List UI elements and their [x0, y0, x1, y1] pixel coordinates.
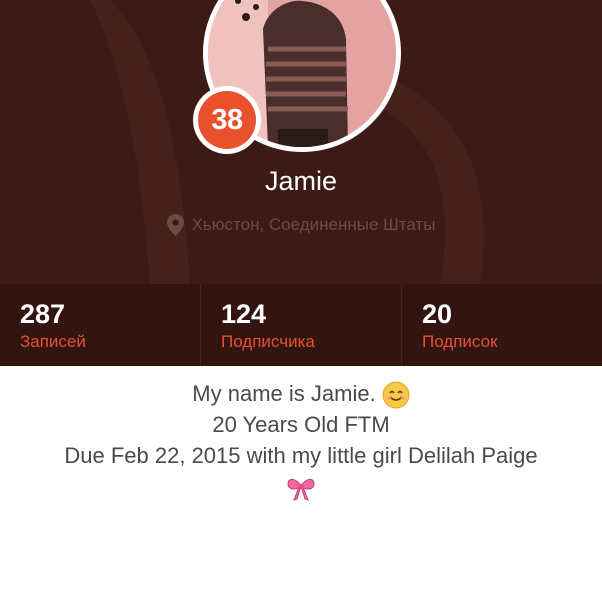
- stat-posts-value: 287: [20, 299, 66, 329]
- stat-followers-label: Подписчика: [221, 332, 315, 351]
- stat-followers[interactable]: 124 Подписчика: [201, 284, 402, 366]
- bio-line-3: Due Feb 22, 2015 with my little girl Del…: [64, 443, 538, 469]
- bio-line-1: My name is Jamie.: [0, 378, 602, 409]
- stat-following[interactable]: 20 Подписок: [402, 284, 602, 366]
- age-badge: 38: [193, 86, 261, 154]
- bio-line-2: 20 Years Old FTM: [212, 412, 390, 438]
- profile-bio: My name is Jamie. 20 Years Old FTM Due F…: [0, 378, 602, 502]
- pink-ribbon-bow-emoji-icon: [287, 479, 315, 502]
- stat-posts-label: Записей: [20, 332, 86, 351]
- bio-line-4: [0, 471, 602, 502]
- age-badge-value: 38: [198, 91, 256, 149]
- smiling-face-emoji-icon: [382, 381, 410, 409]
- stat-following-value: 20: [422, 299, 453, 329]
- location[interactable]: Хьюстон, Соединенные Штаты: [0, 212, 602, 238]
- location-pin-icon: [166, 214, 184, 236]
- bio-line-1-text: My name is Jamie.: [192, 381, 376, 406]
- stat-posts[interactable]: 287 Записей: [0, 284, 201, 366]
- stat-followers-value: 124: [221, 299, 267, 329]
- profile-name: Jamie: [264, 166, 338, 196]
- stat-following-label: Подписок: [422, 332, 498, 351]
- profile-header: 38 Jamie Хьюстон, Соединенные Штаты: [0, 0, 602, 284]
- profile-stats: 287 Записей 124 Подписчика 20 Подписок: [0, 284, 602, 366]
- location-text: Хьюстон, Соединенные Штаты: [191, 215, 436, 234]
